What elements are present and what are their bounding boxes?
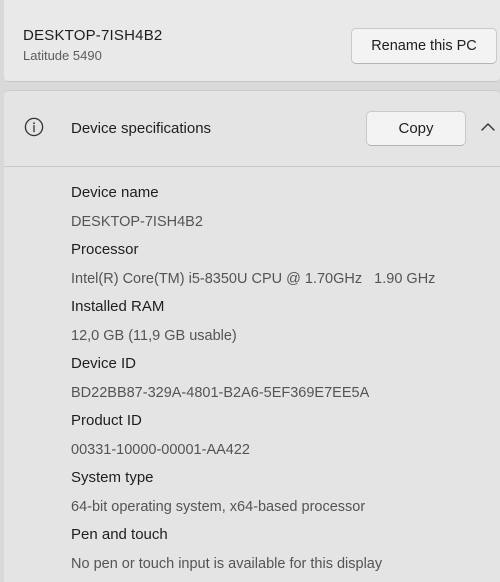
device-specifications-header[interactable]: Device specifications Copy xyxy=(4,91,500,167)
spec-value: Intel(R) Core(TM) i5-8350U CPU @ 1.70GHz… xyxy=(71,270,436,287)
spec-label: Product ID xyxy=(71,412,142,429)
spec-item-device-name: Device name DESKTOP-7ISH4B2 xyxy=(71,179,491,236)
spec-label: Device ID xyxy=(71,355,137,372)
spec-item-product-id: Product ID 00331-10000-00001-AA422 xyxy=(71,407,491,464)
spec-item-installed-ram: Installed RAM 12,0 GB (11,9 GB usable) xyxy=(71,293,491,350)
spec-value: 00331-10000-00001-AA422 xyxy=(71,441,250,458)
spec-value: 12,0 GB (11,9 GB usable) xyxy=(71,327,237,344)
spec-value: BD22BB87-329A-4801-B2A6-5EF369E7EE5A xyxy=(71,384,370,401)
device-specifications-card: Device specifications Copy Device name D… xyxy=(4,90,500,582)
info-icon xyxy=(24,117,44,137)
spec-label: Processor xyxy=(71,241,139,258)
spec-item-processor: Processor Intel(R) Core(TM) i5-8350U CPU… xyxy=(71,236,491,293)
spec-label: Installed RAM xyxy=(71,298,165,315)
spec-item-system-type: System type 64-bit operating system, x64… xyxy=(71,464,491,521)
spec-label: Device name xyxy=(71,184,159,201)
pc-name-card: DESKTOP-7ISH4B2 Latitude 5490 Rename thi… xyxy=(4,0,500,82)
spec-list: Device name DESKTOP-7ISH4B2 Processor In… xyxy=(71,179,491,578)
pc-name: DESKTOP-7ISH4B2 xyxy=(23,27,163,44)
pc-model: Latitude 5490 xyxy=(23,48,102,63)
chevron-up-icon[interactable] xyxy=(480,121,496,133)
about-page: DESKTOP-7ISH4B2 Latitude 5490 Rename thi… xyxy=(0,0,500,582)
spec-label: System type xyxy=(71,469,154,486)
spec-item-pen-and-touch: Pen and touch No pen or touch input is a… xyxy=(71,521,491,578)
device-specifications-title: Device specifications xyxy=(71,120,212,137)
spec-label: Pen and touch xyxy=(71,526,168,543)
spec-value: 64-bit operating system, x64-based proce… xyxy=(71,498,366,515)
rename-pc-button[interactable]: Rename this PC xyxy=(351,28,497,64)
spec-value: DESKTOP-7ISH4B2 xyxy=(71,213,203,230)
spec-value: No pen or touch input is available for t… xyxy=(71,555,383,572)
copy-button[interactable]: Copy xyxy=(366,111,466,146)
spec-item-device-id: Device ID BD22BB87-329A-4801-B2A6-5EF369… xyxy=(71,350,491,407)
